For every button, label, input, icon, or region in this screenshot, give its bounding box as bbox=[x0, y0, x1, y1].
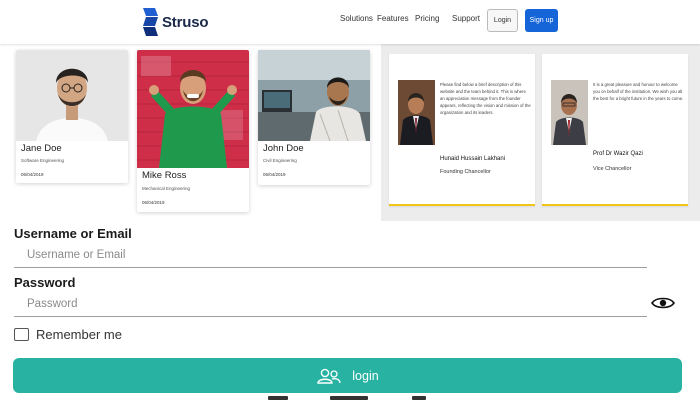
team-member-photo bbox=[258, 50, 370, 141]
testimonial-title: Founding Chancellor bbox=[440, 169, 491, 175]
team-member-role: Mechanical Engineering bbox=[142, 186, 191, 191]
team-member-photo bbox=[16, 50, 128, 141]
team-card[interactable]: John Doe Civil Engineering 06/04/2019 bbox=[258, 50, 370, 185]
testimonial-portrait bbox=[551, 80, 588, 145]
brand-logo[interactable]: Struso bbox=[141, 8, 209, 36]
cutoff-element bbox=[268, 396, 288, 400]
password-input[interactable] bbox=[14, 291, 647, 317]
team-member-name: John Doe bbox=[263, 143, 304, 154]
nav-pricing-link[interactable]: Pricing bbox=[415, 14, 439, 23]
team-member-role: Civil Engineering bbox=[263, 158, 297, 163]
remember-me-checkbox[interactable]: Remember me bbox=[14, 327, 122, 342]
cutoff-element bbox=[412, 396, 426, 400]
username-input[interactable] bbox=[14, 242, 647, 268]
nav-signup-button[interactable]: Sign up bbox=[525, 9, 558, 32]
login-button-label: login bbox=[352, 368, 379, 383]
top-navbar: Struso Solutions Features Pricing Suppor… bbox=[0, 0, 700, 44]
nav-support-link[interactable]: Support bbox=[452, 14, 480, 23]
struso-logo-icon bbox=[143, 8, 158, 36]
nav-login-button[interactable]: Login bbox=[487, 9, 518, 32]
team-member-date: 06/04/2019 bbox=[263, 172, 286, 177]
login-button[interactable]: login bbox=[13, 358, 682, 393]
testimonial-portrait bbox=[398, 80, 435, 145]
testimonial-name: Hunaid Hussain Lakhani bbox=[440, 156, 506, 162]
cutoff-element bbox=[330, 396, 368, 400]
brand-name: Struso bbox=[162, 13, 209, 31]
username-label: Username or Email bbox=[14, 226, 132, 241]
eye-icon[interactable] bbox=[651, 296, 675, 310]
team-member-name: Mike Ross bbox=[142, 170, 187, 181]
nav-features-link[interactable]: Features bbox=[377, 14, 409, 23]
testimonial-name: Prof Dr Wazir Qazi bbox=[593, 151, 643, 157]
checkbox-box[interactable] bbox=[14, 328, 29, 341]
testimonial-title: Vice Chancellor bbox=[593, 166, 632, 172]
nav-solutions-link[interactable]: Solutions bbox=[340, 14, 373, 23]
remember-me-label: Remember me bbox=[36, 327, 122, 342]
testimonial-quote: It is a great pleasure and honour to wel… bbox=[593, 82, 684, 102]
testimonial-quote: Please find below a brief description of… bbox=[440, 82, 531, 116]
team-member-name: Jane Doe bbox=[21, 143, 62, 154]
team-member-date: 06/04/2019 bbox=[142, 200, 165, 205]
team-member-date: 06/04/2019 bbox=[21, 172, 44, 177]
testimonial-card: Please find below a brief description of… bbox=[389, 54, 535, 206]
team-card[interactable]: Jane Doe Software Engineering 06/04/2019 bbox=[16, 50, 128, 183]
team-member-photo bbox=[137, 50, 249, 168]
testimonial-card: It is a great pleasure and honour to wel… bbox=[542, 54, 688, 206]
users-icon bbox=[317, 368, 341, 384]
password-label: Password bbox=[14, 275, 76, 290]
team-card[interactable]: Mike Ross Mechanical Engineering 06/04/2… bbox=[137, 50, 249, 212]
team-member-role: Software Engineering bbox=[21, 158, 65, 163]
